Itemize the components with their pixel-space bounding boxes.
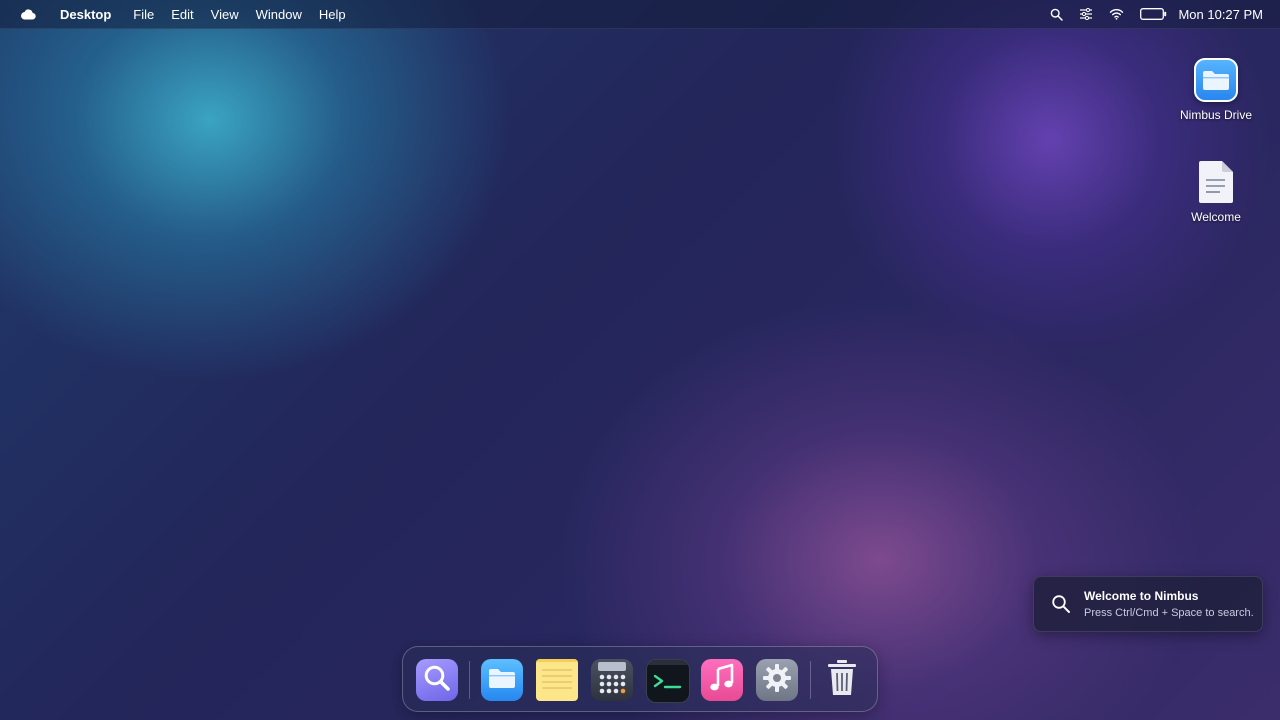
gear-icon [761, 662, 793, 699]
dock-settings-app[interactable] [756, 659, 798, 701]
menu-edit[interactable]: Edit [171, 7, 193, 22]
search-icon[interactable] [1050, 8, 1064, 21]
dock-calculator-app[interactable] [591, 659, 633, 701]
dock-separator [810, 661, 811, 699]
menu-bar: Desktop File Edit View Window Help Mon 1… [0, 0, 1280, 29]
dock-music-app[interactable] [701, 659, 743, 701]
dock-separator [469, 661, 470, 699]
welcome-notification[interactable]: Welcome to Nimbus Press Ctrl/Cmd + Space… [1033, 576, 1263, 632]
desktop-icon-welcome[interactable]: Welcome [1171, 158, 1261, 224]
battery-icon[interactable] [1140, 8, 1167, 20]
terminal-icon [647, 660, 689, 702]
dock-trash[interactable] [821, 659, 863, 701]
menu-help[interactable]: Help [319, 7, 346, 22]
search-icon [1051, 594, 1071, 619]
document-icon [1192, 158, 1240, 206]
status-area: Mon 10:27 PM [1034, 0, 1263, 28]
menu-file[interactable]: File [133, 7, 154, 22]
menu-window[interactable]: Window [256, 7, 302, 22]
music-note-icon [708, 663, 736, 698]
folder-icon [488, 667, 516, 694]
cloud-logo-icon[interactable] [20, 7, 42, 21]
desktop-icon-nimbus-drive[interactable]: Nimbus Drive [1171, 56, 1261, 122]
desktop-icon-label: Nimbus Drive [1179, 108, 1252, 122]
calculator-icon [595, 660, 629, 701]
wifi-icon[interactable] [1109, 8, 1124, 20]
dock-files-app[interactable] [481, 659, 523, 701]
control-center-icon[interactable] [1079, 8, 1093, 20]
dock-notes-app[interactable] [536, 659, 578, 701]
notification-body: Press Ctrl/Cmd + Space to search. [1084, 607, 1254, 619]
dock [402, 646, 878, 712]
notification-title: Welcome to Nimbus [1084, 589, 1199, 603]
dock-terminal-app[interactable] [646, 659, 690, 703]
folder-icon [1192, 56, 1240, 104]
menu-view[interactable]: View [211, 7, 239, 22]
notepad-icon [536, 659, 578, 701]
active-app-name[interactable]: Desktop [60, 7, 111, 22]
desktop-icon-label: Welcome [1191, 210, 1241, 224]
menu-clock[interactable]: Mon 10:27 PM [1178, 7, 1263, 22]
trash-icon [825, 659, 859, 701]
magnifier-icon [422, 663, 452, 698]
dock-search-app[interactable] [416, 659, 458, 701]
